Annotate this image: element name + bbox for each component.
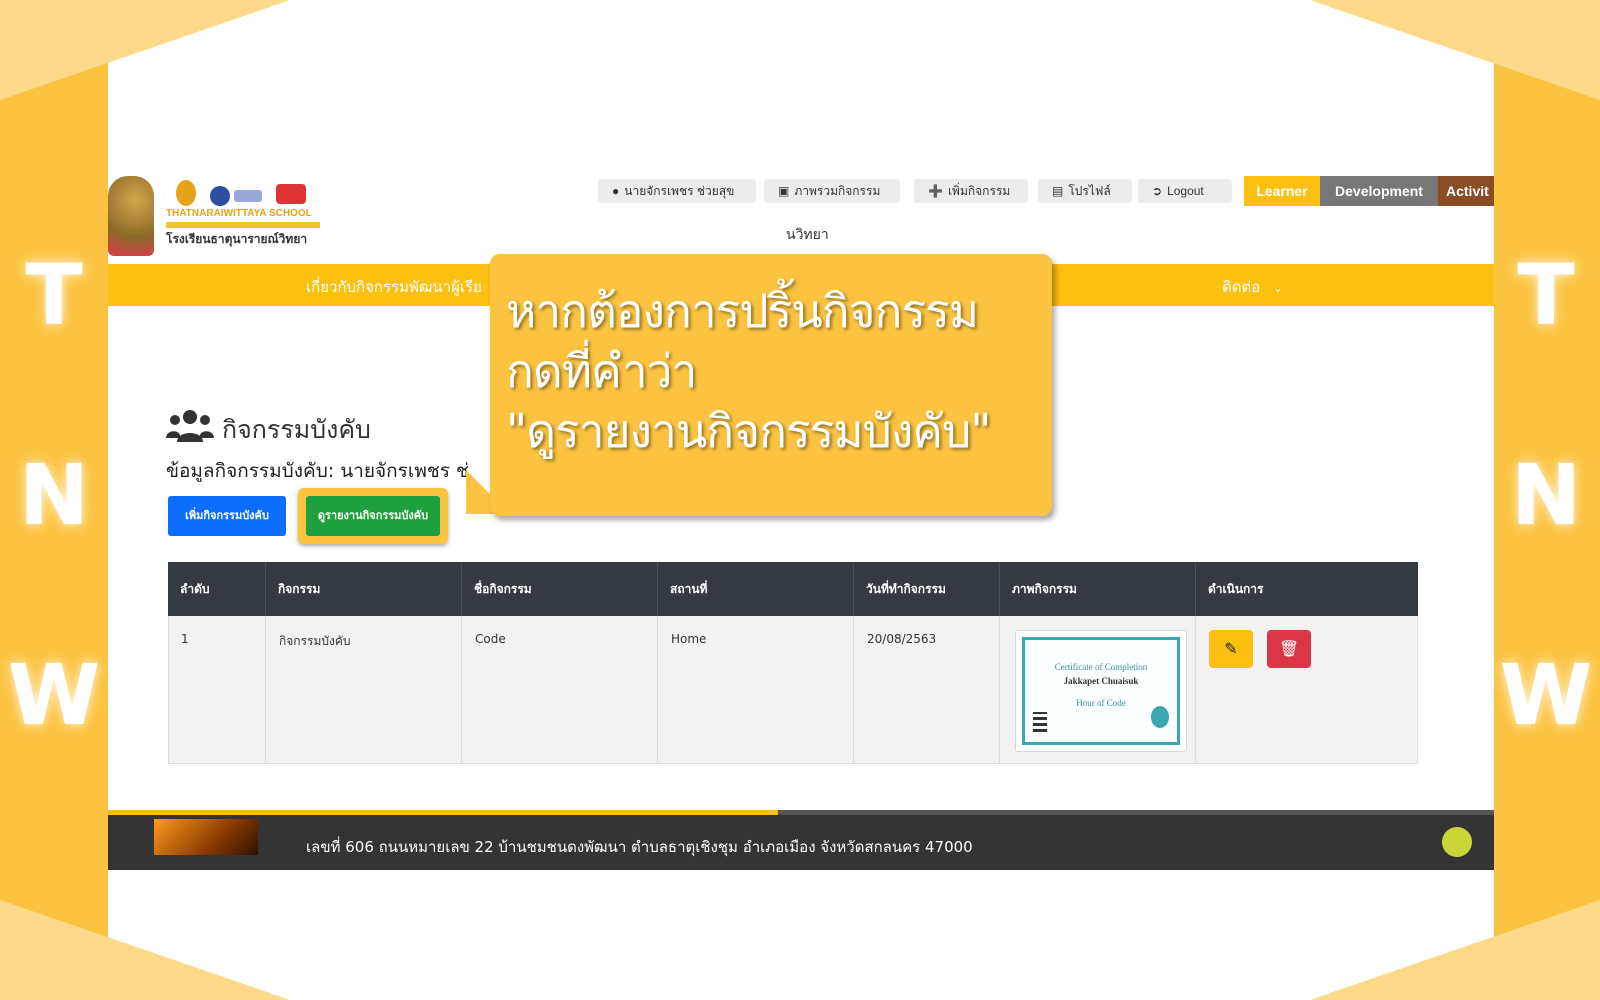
activity-overview-button[interactable]: ▣ ภาพรวมกิจกรรม	[764, 179, 900, 203]
profile-button[interactable]: ▤ โปรไฟล์	[1038, 179, 1132, 203]
brand-learner: Learner	[1244, 176, 1320, 206]
add-activity-label: เพิ่มกิจกรรม	[947, 184, 1011, 198]
th-actions: ดำเนินการ	[1208, 582, 1264, 596]
certificate-image: Certificate of Completion Jakkapet Chuai…	[1022, 637, 1180, 745]
brand-development: Development	[1320, 176, 1438, 206]
cell-divider	[265, 616, 266, 763]
images-icon: ▣	[778, 184, 790, 198]
nav-about[interactable]: เกี่ยวกับกิจกรรมพัฒนาผู้เรีย	[306, 275, 482, 299]
certificate-seal-icon	[1151, 706, 1169, 728]
profile-label: โปรไฟล์	[1068, 184, 1111, 198]
cell-divider	[657, 616, 658, 763]
th-place: สถานที่	[670, 582, 708, 596]
logout-button[interactable]: ➲ Logout	[1138, 179, 1232, 203]
callout-line-1: หากต้องการปริ้นกิจกรรม	[506, 284, 979, 338]
certificate-logo-icon	[1033, 712, 1047, 732]
school-logo[interactable]: THATNARAIWITTAYA SCHOOL โรงเรียนธาตุนารา…	[108, 172, 338, 262]
student-info: ข้อมูลกิจกรรมบังคับ: นายจักรเพชร ช่	[166, 460, 469, 482]
school-name-bar	[166, 222, 320, 228]
right-letter-w: W	[1499, 646, 1593, 744]
delete-button[interactable]: 🗑	[1267, 630, 1311, 668]
cell-divider	[853, 616, 854, 763]
users-icon	[166, 410, 214, 442]
brand-activity: Activit	[1438, 176, 1494, 206]
cell-divider	[999, 616, 1000, 763]
table-header: ลำดับ กิจกรรม ชื่อกิจกรรม สถานที่ วันที่…	[168, 562, 1418, 616]
edit-icon: ✎	[1224, 639, 1238, 658]
footer-banner-image	[154, 819, 258, 855]
user-name-button[interactable]: ● นายจักรเพชร ช่วยสุข	[598, 179, 756, 203]
chevron-down-icon: ⌄	[1273, 281, 1284, 295]
site-subtitle: นวิทยา	[786, 227, 829, 243]
instruction-callout: หากต้องการปริ้นกิจกรรม กดที่คำว่า "ดูราย…	[490, 254, 1052, 516]
th-image: ภาพกิจกรรม	[1012, 582, 1077, 596]
table-row: 1 กิจกรรมบังคับ Code Home 20/08/2563 Cer…	[168, 616, 1418, 764]
callout-line-2: กดที่คำว่า	[506, 344, 697, 398]
school-name-th: โรงเรียนธาตุนารายณ์วิทยา	[166, 232, 308, 246]
certificate-course: Hour of Code	[1076, 698, 1126, 708]
ministry-logo-icon	[176, 180, 196, 206]
partner3-logo-icon	[276, 184, 306, 204]
edit-button[interactable]: ✎	[1209, 630, 1253, 668]
th-date: วันที่ทำกิจกรรม	[866, 582, 946, 596]
cell-divider	[461, 616, 462, 763]
right-letters: T N W	[1492, 0, 1600, 1000]
callout-line-3: "ดูรายงานกิจกรรมบังคับ"	[506, 404, 991, 458]
footer-address: เลขที่ 606 ถนนหมายเลข 22 บ้านชมชนดงพัฒนา…	[306, 838, 973, 856]
left-letter-w: W	[7, 646, 101, 744]
view-required-activity-report-button[interactable]: ดูรายงานกิจกรรมบังคับ	[306, 496, 440, 536]
user-icon: ●	[612, 184, 620, 198]
user-name-label: นายจักรเพชร ช่วยสุข	[624, 184, 735, 198]
th-name: ชื่อกิจกรรม	[474, 582, 532, 596]
cell-place: Home	[671, 632, 707, 646]
th-activity: กิจกรรม	[278, 582, 321, 596]
cell-activity: กิจกรรมบังคับ	[279, 634, 351, 648]
mail-icon[interactable]	[1442, 827, 1472, 857]
page-title: กิจกรรมบังคับ	[222, 415, 371, 444]
partner-logo-icon	[210, 186, 230, 206]
school-name-en: THATNARAIWITTAYA SCHOOL	[166, 208, 312, 219]
school-emblem-icon	[108, 176, 154, 256]
partner2-logo-icon	[234, 190, 262, 202]
activity-image[interactable]: Certificate of Completion Jakkapet Chuai…	[1015, 630, 1187, 752]
right-letter-t: T	[1517, 246, 1575, 344]
logout-label: Logout	[1167, 184, 1204, 198]
nav-contact[interactable]: ติดต่อ ⌄	[1222, 275, 1283, 299]
trash-icon: 🗑	[1278, 639, 1300, 658]
sign-out-icon: ➲	[1152, 184, 1163, 198]
cell-name: Code	[475, 632, 506, 646]
certificate-recipient: Jakkapet Chuaisuk	[1063, 676, 1139, 686]
activity-table: ลำดับ กิจกรรม ชื่อกิจกรรม สถานที่ วันที่…	[168, 562, 1418, 764]
left-letters: T N W	[0, 0, 108, 1000]
id-card-icon: ▤	[1052, 184, 1064, 198]
left-letter-n: N	[18, 446, 90, 544]
right-letter-n: N	[1510, 446, 1582, 544]
activity-overview-label: ภาพรวมกิจกรรม	[794, 184, 881, 198]
add-required-activity-button[interactable]: เพิ่มกิจกรรมบังคับ	[168, 496, 286, 536]
add-activity-button[interactable]: ➕ เพิ่มกิจกรรม	[914, 179, 1028, 203]
report-button-highlight: ดูรายงานกิจกรรมบังคับ	[298, 488, 448, 544]
cell-no: 1	[181, 632, 189, 646]
footer: เลขที่ 606 ถนนหมายเลข 22 บ้านชมชนดงพัฒนา…	[108, 815, 1494, 870]
plus-circle-icon: ➕	[928, 184, 943, 198]
cell-date: 20/08/2563	[867, 632, 937, 646]
cell-divider	[1195, 616, 1196, 763]
left-letter-t: T	[25, 246, 83, 344]
nav-contact-label: ติดต่อ	[1222, 278, 1261, 296]
th-no: ลำดับ	[180, 582, 210, 596]
certificate-title: Certificate of Completion	[1054, 662, 1148, 672]
